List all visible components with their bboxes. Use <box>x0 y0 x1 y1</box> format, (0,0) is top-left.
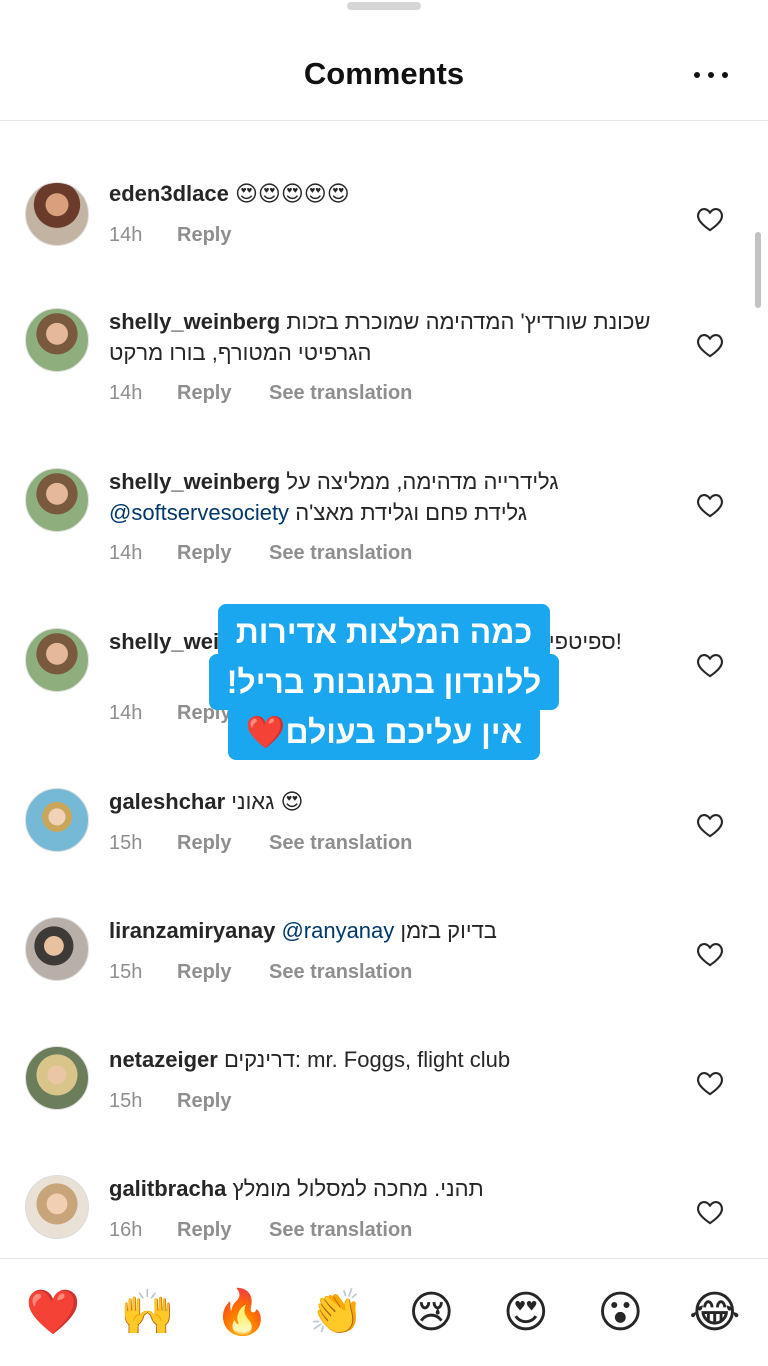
comment-text: דרינקים: mr. Foggs, flight club <box>223 1047 511 1072</box>
see-translation-link[interactable]: See translation <box>269 382 412 405</box>
comment-text: גלידרייה מדהימה, ממליצה על <box>286 469 559 494</box>
crying-face-emoji[interactable]: 😢 <box>399 1283 463 1343</box>
see-translation-link[interactable]: See translation <box>269 961 412 984</box>
more-horizontal-icon[interactable] <box>694 60 728 90</box>
comment-item: galitbracha תהני. מחכה למסלול מומלץ 16h R… <box>0 1171 768 1257</box>
heart-outline-icon[interactable] <box>696 1199 724 1225</box>
comment-time: 15h <box>109 961 143 983</box>
comment-text: בדיוק בזמן <box>400 918 497 943</box>
comment-time: 14h <box>109 224 143 246</box>
surprised-face-emoji[interactable]: 😮 <box>588 1283 652 1343</box>
comment-username[interactable]: galitbracha <box>109 1176 226 1201</box>
reply-button[interactable]: Reply <box>177 961 269 984</box>
comment-item: netazeiger דרינקים: mr. Foggs, flight cl… <box>0 1042 768 1162</box>
heart-outline-icon[interactable] <box>696 1070 724 1096</box>
comment-item: galeshchar גאוני 😍 15h Reply See translati… <box>0 784 768 904</box>
comment-username[interactable]: shelly_weinberg <box>109 309 280 334</box>
heart-outline-icon[interactable] <box>696 332 724 358</box>
reply-button[interactable]: Reply <box>177 1219 269 1242</box>
heart-eyes-emoji[interactable]: 😍 <box>494 1283 558 1343</box>
comment-time: 16h <box>109 1219 143 1241</box>
clapping-hands-emoji[interactable]: 👏 <box>305 1283 369 1343</box>
overlay-line-3: אין עליכם בעולם❤️ <box>227 704 541 760</box>
raising-hands-emoji[interactable]: 🙌 <box>116 1283 180 1343</box>
text-overlay: כמה המלצות אדירות ללונדון בתגובות בריל! … <box>0 604 768 760</box>
scrollbar[interactable] <box>755 232 761 308</box>
avatar[interactable] <box>25 788 89 852</box>
overlay-line-1: כמה המלצות אדירות <box>217 604 551 660</box>
comment-username[interactable]: liranzamiryanay <box>109 918 275 943</box>
avatar[interactable] <box>25 1175 89 1239</box>
comment-text: תהני. מחכה למסלול מומלץ <box>232 1176 484 1201</box>
comment-username[interactable]: shelly_weinberg <box>109 469 280 494</box>
reply-button[interactable]: Reply <box>177 542 269 565</box>
comment-time: 15h <box>109 832 143 854</box>
avatar[interactable] <box>25 1046 89 1110</box>
comment-username[interactable]: galeshchar <box>109 789 225 814</box>
comment-time: 15h <box>109 1090 143 1112</box>
comments-header: Comments <box>0 0 768 121</box>
reply-button[interactable]: Reply <box>177 224 269 247</box>
avatar[interactable] <box>25 182 89 246</box>
see-translation-link[interactable]: See translation <box>269 832 412 855</box>
overlay-line-2: ללונדון בתגובות בריל! <box>208 654 560 710</box>
avatar[interactable] <box>25 308 89 372</box>
comment-item: eden3dlace 😍😍😍😍😍 14h Reply <box>0 176 768 296</box>
mention-link[interactable]: @softservesociety <box>109 500 289 525</box>
quick-reaction-bar: ❤️ 🙌 🔥 👏 😢 😍 😮 😂 <box>0 1258 768 1366</box>
comment-username[interactable]: eden3dlace <box>109 181 229 206</box>
comment-item: shelly_weinberg גלידרייה מדהימה, ממליצה … <box>0 464 768 584</box>
comment-time: 14h <box>109 382 143 404</box>
comment-item: liranzamiryanay @ranyanay בדיוק בזמן 15h… <box>0 913 768 1033</box>
mention-link[interactable]: @ranyanay <box>281 918 394 943</box>
comment-item: shelly_weinberg שכונת שורדיץ' המדהימה שמ… <box>0 304 768 424</box>
page-title: Comments <box>303 56 465 91</box>
heart-outline-icon[interactable] <box>696 812 724 838</box>
comment-username[interactable]: netazeiger <box>109 1047 218 1072</box>
red-heart-emoji[interactable]: ❤️ <box>21 1283 85 1343</box>
avatar[interactable] <box>25 468 89 532</box>
tears-of-joy-emoji[interactable]: 😂 <box>683 1283 747 1343</box>
heart-outline-icon[interactable] <box>696 206 724 232</box>
see-translation-link[interactable]: See translation <box>269 542 412 565</box>
avatar[interactable] <box>25 917 89 981</box>
heart-outline-icon[interactable] <box>696 492 724 518</box>
fire-emoji[interactable]: 🔥 <box>210 1283 274 1343</box>
comment-text: גאוני 😍 <box>231 789 304 814</box>
comment-text: גלידת פחם וגלידת מאצ'ה <box>295 500 528 525</box>
comment-time: 14h <box>109 542 143 564</box>
comment-text: 😍😍😍😍😍 <box>234 181 350 206</box>
reply-button[interactable]: Reply <box>177 1090 269 1113</box>
reply-button[interactable]: Reply <box>177 832 269 855</box>
heart-outline-icon[interactable] <box>696 941 724 967</box>
reply-button[interactable]: Reply <box>177 382 269 405</box>
see-translation-link[interactable]: See translation <box>269 1219 412 1242</box>
